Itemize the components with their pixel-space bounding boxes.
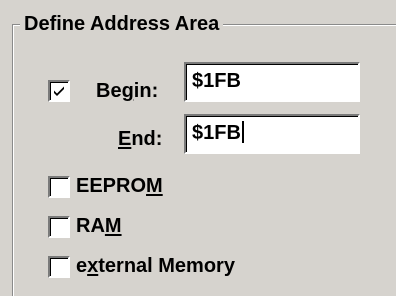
text-caret	[241, 121, 244, 143]
checkmark-icon	[54, 86, 64, 96]
external-memory-checkbox[interactable]	[48, 256, 70, 278]
ram-checkbox[interactable]	[48, 216, 70, 238]
begin-checkbox[interactable]	[48, 80, 70, 102]
begin-label: Begin:	[96, 80, 159, 102]
end-address-input[interactable]: $1FB	[184, 114, 360, 154]
eeprom-checkbox[interactable]	[48, 176, 70, 198]
end-label: End:	[118, 128, 163, 150]
begin-address-input[interactable]: $1FB	[184, 62, 360, 102]
begin-accelerator: g	[121, 80, 134, 102]
end-accelerator: E	[118, 128, 132, 150]
ram-label: RAM	[76, 215, 122, 237]
eeprom-label: EEPROM	[76, 175, 163, 197]
external-memory-label: external Memory	[76, 255, 235, 277]
group-title: Define Address Area	[20, 8, 224, 40]
